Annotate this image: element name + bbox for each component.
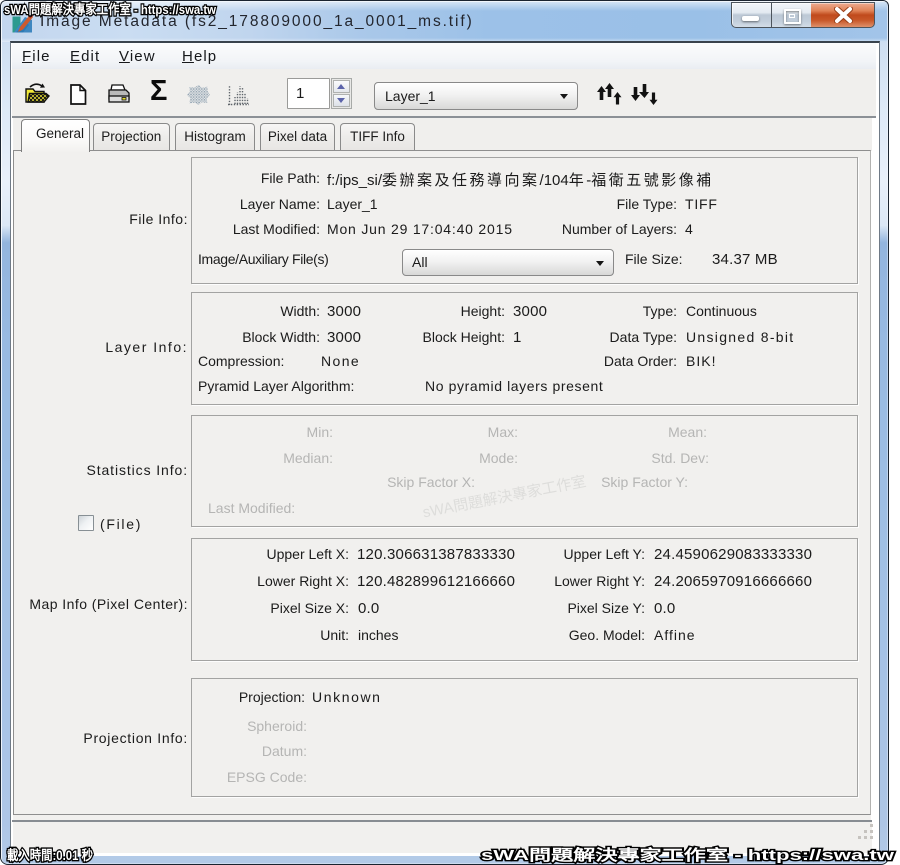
svg-text:sWA問題解決專家工作室 - https://swa.tw: sWA問題解決專家工作室 - https://swa.tw	[481, 846, 894, 864]
svg-text:sWA問題解決專家工作室 - https://swa.tw: sWA問題解決專家工作室 - https://swa.tw	[4, 2, 217, 17]
svg-text:載入時間:0.01 秒: 載入時間:0.01 秒	[7, 847, 93, 863]
